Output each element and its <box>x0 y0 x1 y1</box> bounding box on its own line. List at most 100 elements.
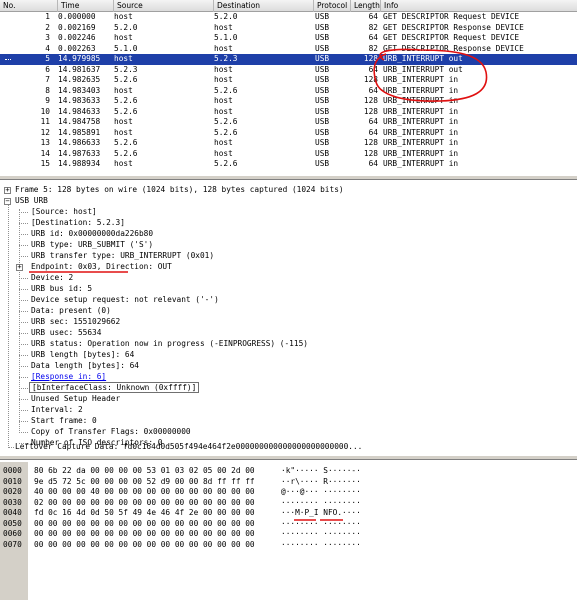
packet-cell-no: 11 <box>40 117 50 126</box>
packet-cell-time: 0.002169 <box>58 22 96 32</box>
packet-row[interactable]: 11 14.984758 host 5.2.6 USB 64 URB_INTERRUPT i… <box>0 117 577 128</box>
hex-bytes[interactable]: 40 00 00 00 40 00 00 00 00 00 00 00 00 0… <box>34 487 255 498</box>
packet-row[interactable]: 6 14.981637 5.2.3 host USB 64 URB_INTERRUPT ou… <box>0 65 577 76</box>
packet-row[interactable]: 9 14.983633 5.2.6 host USB 128 URB_INTERRUPT i… <box>0 96 577 107</box>
tree-item-response-in-link[interactable]: [Response in: 6] <box>31 372 106 383</box>
packet-row[interactable]: 10 14.984633 5.2.6 host USB 128 URB_INTERRUPT … <box>0 107 577 118</box>
tree-branch <box>19 432 28 433</box>
hex-offset[interactable]: 0020 <box>3 487 22 498</box>
tree-item-usb-urb[interactable]: USB URB <box>15 196 48 207</box>
hex-bytes[interactable]: 02 00 00 00 00 00 00 00 00 00 00 00 00 0… <box>34 498 255 509</box>
packet-cell-no: 12 <box>40 127 50 137</box>
column-header-source[interactable]: Source <box>114 0 214 12</box>
packet-row[interactable]: 12 14.985891 host 5.2.6 USB 64 URB_INTERRUPT i… <box>0 128 577 139</box>
hex-ascii[interactable]: ·k"····· S·····-· <box>281 466 361 477</box>
column-header-no[interactable]: No. <box>0 0 58 12</box>
packet-cell-destination: 5.2.3 <box>214 54 238 63</box>
hex-ascii[interactable]: @···@··· ········ <box>281 487 361 498</box>
packet-row[interactable]: 13 14.986633 5.2.6 host USB 128 URB_INTERRUPT … <box>0 138 577 149</box>
hex-ascii[interactable]: ········ ········ <box>281 540 361 551</box>
column-header-protocol[interactable]: Protocol <box>314 0 351 12</box>
tree-item-urb-type[interactable]: URB type: URB_SUBMIT ('S') <box>31 240 153 251</box>
collapse-icon[interactable]: − <box>4 198 11 205</box>
tree-branch <box>19 245 28 246</box>
packet-cell-time: 14.983403 <box>58 85 101 95</box>
packet-row[interactable]: 7 14.982635 5.2.6 host USB 128 URB_INTERRUPT i… <box>0 75 577 86</box>
tree-item-unused-setup-header[interactable]: Unused Setup Header <box>31 394 120 405</box>
column-header-length[interactable]: Length <box>351 0 381 12</box>
tree-item-urb-id[interactable]: URB id: 0x00000000da226b80 <box>31 229 153 240</box>
hex-offset[interactable]: 0070 <box>3 540 22 551</box>
hex-offset[interactable]: 0040 <box>3 508 22 519</box>
packet-cell-source: 5.2.6 <box>114 96 138 105</box>
column-header-destination[interactable]: Destination <box>214 0 314 12</box>
packet-row[interactable]: 2 0.002169 5.2.0 host USB 82 GET DESCRIPTOR Re… <box>0 23 577 34</box>
tree-item-binterface-class[interactable]: [bInterfaceClass: Unknown (0xffff)] <box>29 382 200 393</box>
packet-list-pane[interactable]: No. Time Source Destination Protocol Len… <box>0 0 577 175</box>
packet-cell-source: host <box>114 159 133 168</box>
tree-item-start-frame[interactable]: Start frame: 0 <box>31 416 97 427</box>
packet-cell-no: 3 <box>45 33 50 42</box>
tree-item-source[interactable]: [Source: host] <box>31 207 97 218</box>
pane-splitter[interactable] <box>0 455 577 460</box>
packet-cell-source: host <box>114 117 133 126</box>
tree-item-frame[interactable]: Frame 5: 128 bytes on wire (1024 bits), … <box>15 185 344 196</box>
packet-row[interactable]: 8 14.983403 host 5.2.6 USB 64 URB_INTERRUPT in <box>0 86 577 97</box>
hex-offset[interactable]: 0000 <box>3 466 22 477</box>
tree-branch <box>19 212 28 213</box>
hex-ascii[interactable]: ········ ········ <box>281 529 361 540</box>
tree-item-data-length[interactable]: Data length [bytes]: 64 <box>31 361 139 372</box>
tree-item-urb-usec[interactable]: URB usec: 55634 <box>31 328 101 339</box>
tree-item-device-setup-request[interactable]: Device setup request: not relevant ('-') <box>31 295 219 306</box>
expand-icon[interactable]: + <box>16 264 23 271</box>
packet-row[interactable]: 3 0.002246 host 5.1.0 USB 64 GET DESCRIPTOR Re… <box>0 33 577 44</box>
column-header-time[interactable]: Time <box>58 0 114 12</box>
packet-row[interactable]: 1 0.000000 host 5.2.0 USB 64 GET DESCRIPTOR Re… <box>0 12 577 23</box>
tree-item-interval[interactable]: Interval: 2 <box>31 405 83 416</box>
tree-item-device[interactable]: Device: 2 <box>31 273 73 284</box>
packet-cell-protocol: USB <box>315 106 330 116</box>
packet-details-pane[interactable]: + Frame 5: 128 bytes on wire (1024 bits)… <box>0 185 577 453</box>
tree-item-destination[interactable]: [Destination: 5.2.3] <box>31 218 125 229</box>
hex-offset[interactable]: 0060 <box>3 529 22 540</box>
packet-cell-info: GET DESCRIPTOR Request DEVICE <box>383 33 520 42</box>
tree-item-copy-transfer-flags[interactable]: Copy of Transfer Flags: 0x00000000 <box>31 427 191 438</box>
hex-ascii[interactable]: ········ ········ <box>281 519 361 530</box>
packet-cell-destination: host <box>214 106 233 116</box>
pane-splitter[interactable] <box>0 175 577 180</box>
packet-cell-info: URB_INTERRUPT in <box>383 106 459 116</box>
hex-offset[interactable]: 0010 <box>3 477 22 488</box>
packet-row[interactable]: 14 14.987633 5.2.6 host USB 128 URB_INTERRUPT … <box>0 149 577 160</box>
tree-item-urb-bus-id[interactable]: URB bus id: 5 <box>31 284 92 295</box>
tree-item-urb-length[interactable]: URB length [bytes]: 64 <box>31 350 134 361</box>
tree-branch <box>19 344 28 345</box>
packet-row[interactable]: 15 14.988934 host 5.2.6 USB 64 URB_INTERRUPT i… <box>0 159 577 170</box>
hex-bytes[interactable]: 00 00 00 00 00 00 00 00 00 00 00 00 00 0… <box>34 529 255 540</box>
tree-item-leftover-capture-data[interactable]: Leftover Capture Data: fd0c164d0d505f494… <box>15 442 362 453</box>
hex-ascii[interactable]: ········ ········ <box>281 498 361 509</box>
packet-cell-time: 14.982635 <box>58 75 101 84</box>
column-header-info[interactable]: Info <box>381 0 577 12</box>
packet-cell-length: 82 <box>368 22 378 32</box>
hex-bytes[interactable]: fd 0c 16 4d 0d 50 5f 49 4e 46 4f 2e 00 0… <box>34 508 255 519</box>
hex-bytes[interactable]: 9e d5 72 5c 00 00 00 00 52 d9 00 00 8d f… <box>34 477 255 488</box>
hex-bytes[interactable]: 00 00 00 00 00 00 00 00 00 00 00 00 00 0… <box>34 540 255 551</box>
hex-offset[interactable]: 0030 <box>3 498 22 509</box>
hex-offset[interactable]: 0050 <box>3 519 22 530</box>
tree-item-endpoint[interactable]: Endpoint: 0x03, Direction: OUT <box>31 262 172 273</box>
packet-row[interactable]: 5 14.979985 host 5.2.3 USB 128 URB_INTERRUPT o… <box>0 54 577 65</box>
packet-cell-no: 7 <box>45 75 50 84</box>
tree-item-data[interactable]: Data: present (0) <box>31 306 111 317</box>
tree-item-urb-transfer-type[interactable]: URB transfer type: URB_INTERRUPT (0x01) <box>31 251 214 262</box>
tree-item-urb-status[interactable]: URB status: Operation now in progress (-… <box>31 339 308 350</box>
tree-branch <box>19 300 28 301</box>
tree-item-urb-sec[interactable]: URB sec: 1551029662 <box>31 317 120 328</box>
hex-ascii[interactable]: ··r\···· R······· <box>281 477 361 488</box>
packet-row[interactable]: 4 0.002263 5.1.0 host USB 82 GET DESCRIPTOR Re… <box>0 44 577 55</box>
packet-cell-info: URB_INTERRUPT in <box>383 117 459 126</box>
hex-bytes[interactable]: 80 6b 22 da 00 00 00 00 53 01 03 02 05 0… <box>34 466 255 477</box>
expand-icon[interactable]: + <box>4 187 11 194</box>
packet-bytes-pane[interactable]: 0000 80 6b 22 da 00 00 00 00 53 01 03 02 … <box>0 462 577 600</box>
hex-ascii[interactable]: ···M·P_I NFO.···· <box>281 508 361 519</box>
hex-bytes[interactable]: 00 00 00 00 00 00 00 00 00 00 00 00 00 0… <box>34 519 255 530</box>
